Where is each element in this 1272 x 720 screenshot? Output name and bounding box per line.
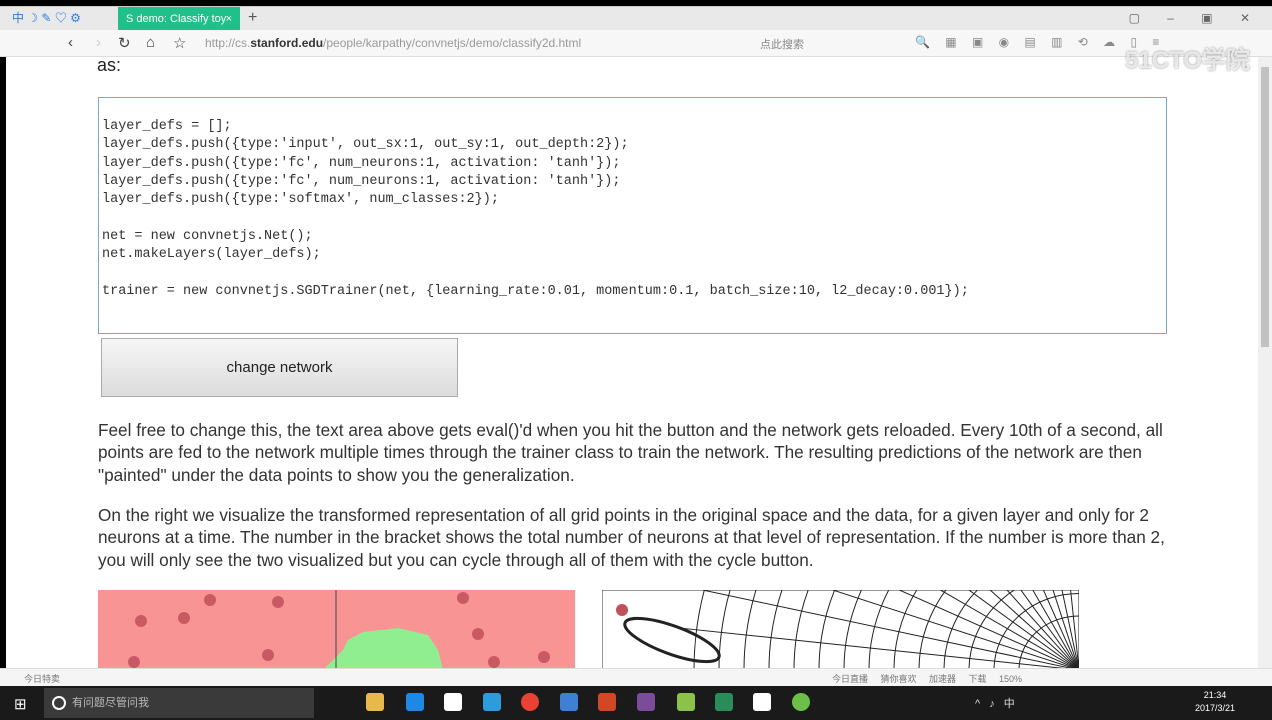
watermark-logo: 51CTO学院 (1125, 47, 1250, 74)
data-point (488, 656, 500, 668)
bookmark-star-icon[interactable]: ☆ (173, 34, 186, 52)
store-icon[interactable] (444, 693, 462, 711)
tab-active[interactable]: S demo: Classify toy × (118, 7, 240, 31)
url-prefix: http://cs. (205, 36, 251, 50)
data-point (178, 612, 190, 624)
data-point (262, 649, 274, 661)
data-point (135, 615, 147, 627)
app-icon[interactable] (715, 693, 733, 711)
new-tab-button[interactable]: + (248, 9, 257, 27)
search-input[interactable]: 点此搜索 (760, 36, 804, 52)
tab-close-icon[interactable]: × (226, 7, 232, 31)
powerpoint-icon[interactable] (598, 693, 616, 711)
date: 2017/3/21 (1195, 703, 1236, 713)
app-icon[interactable] (483, 693, 501, 711)
taskbar-search-placeholder: 有问题尽管问我 (72, 697, 149, 709)
change-network-button[interactable]: change network (101, 338, 458, 397)
data-point (616, 604, 628, 616)
url-path: /people/karpathy/convnetjs/demo/classify… (323, 36, 582, 50)
app-icon[interactable] (753, 693, 771, 711)
status-right[interactable]: 今日直播 猜你喜欢 加速器 下载 150% (832, 672, 1022, 685)
home-icon[interactable]: ⌂ (146, 34, 155, 51)
status-left[interactable]: 今日特卖 (24, 672, 60, 685)
transformed-representation-canvas[interactable] (602, 590, 1079, 668)
navigation-bar: ‹ › ↻ ⌂ ☆ http://cs.stanford.edu/people/… (0, 30, 1272, 57)
system-tray[interactable]: ^ ♪ 中 (975, 695, 1015, 711)
title-bar: 中 ☽ ✎ ♡ ⚙ S demo: Classify toy × + ▢ – ▣… (0, 6, 1272, 31)
status-bar: 今日特卖 今日直播 猜你喜欢 加速器 下载 150% (0, 668, 1272, 686)
time: 21:34 (1203, 690, 1227, 700)
chrome-icon[interactable] (521, 693, 539, 711)
description-paragraph-1: Feel free to change this, the text area … (98, 420, 1163, 485)
file-explorer-icon[interactable] (366, 693, 384, 711)
scrollbar-thumb[interactable] (1261, 67, 1269, 347)
window-controls[interactable]: ▢ – ▣ ✕ (1129, 11, 1262, 25)
network-code-textarea[interactable]: layer_defs = []; layer_defs.push({type:'… (98, 97, 1167, 334)
app-icon[interactable] (677, 693, 695, 711)
browser-toolbar-icons[interactable]: 中 ☽ ✎ ♡ ⚙ (12, 9, 81, 26)
data-point (538, 651, 550, 663)
address-bar[interactable]: http://cs.stanford.edu/people/karpathy/c… (205, 36, 581, 50)
intro-text: as: (97, 57, 122, 75)
taskbar: ⊞ 有问题尽管问我 ^ ♪ 中 21:34 2017/3/21 (0, 686, 1272, 720)
data-point (128, 656, 140, 668)
reload-icon[interactable]: ↻ (118, 34, 131, 52)
page-scrollbar[interactable] (1258, 57, 1272, 668)
data-point (204, 594, 216, 606)
edge-icon[interactable] (406, 693, 424, 711)
app-icon[interactable] (637, 693, 655, 711)
url-domain: stanford.edu (250, 36, 324, 50)
description-paragraph-2: On the right we visualize the transforme… (98, 505, 1165, 570)
page-content: as: layer_defs = []; layer_defs.push({ty… (6, 57, 1258, 668)
browser-app-icon[interactable] (792, 693, 810, 711)
cortana-icon (52, 696, 66, 710)
back-icon[interactable]: ‹ (68, 34, 73, 51)
forward-icon[interactable]: › (96, 34, 101, 51)
classification-canvas[interactable] (98, 590, 575, 668)
windows-start-icon[interactable]: ⊞ (14, 695, 27, 713)
taskbar-search[interactable]: 有问题尽管问我 (44, 688, 314, 718)
clock[interactable]: 21:34 2017/3/21 (1195, 689, 1235, 715)
tab-title: S demo: Classify toy (126, 13, 227, 25)
data-point (272, 596, 284, 608)
data-point (472, 628, 484, 640)
app-icon[interactable] (560, 693, 578, 711)
data-point (457, 592, 469, 604)
